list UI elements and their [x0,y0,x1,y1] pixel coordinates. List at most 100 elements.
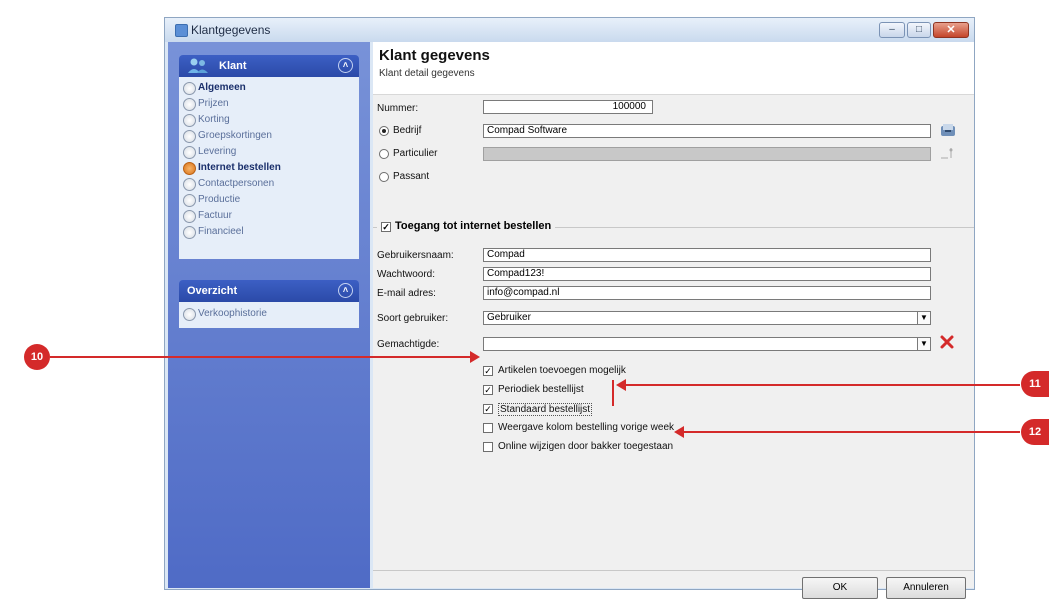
page-title: Klant gegevens [379,47,490,64]
option-artikelen-checkbox[interactable]: ✓ [483,366,493,376]
wachtwoord-field[interactable]: Compad123! [483,267,931,281]
annotation-badge-11: 11 [1021,371,1049,397]
arrowhead-icon [674,426,684,438]
particulier-field [483,147,931,161]
panel-header-overzicht[interactable]: Overzicht ˄ [179,280,359,302]
radio-icon [183,146,196,159]
collapse-icon[interactable]: ˄ [338,58,353,73]
arrowhead-icon [470,351,480,363]
sidebar-item-label: Korting [198,114,230,125]
soort-gebruiker-label: Soort gebruiker: [377,313,449,324]
sidebar-item-verkoophistorie[interactable]: Verkoophistorie [183,307,353,322]
gemachtigde-select[interactable]: ▼ [483,337,931,351]
sidebar-item-groepskortingen[interactable]: Groepskortingen [183,129,353,144]
radio-icon [183,210,196,223]
radio-icon [183,114,196,127]
close-icon: ✕ [946,24,956,36]
edit-person-icon [939,146,955,160]
annotation-badge-12: 12 [1021,419,1049,445]
maximize-button[interactable]: □ [907,22,931,38]
internet-access-checkbox[interactable]: ✓ [381,222,391,232]
minimize-button[interactable]: – [879,22,905,38]
particulier-radio[interactable] [379,149,389,159]
sidebar-item-label: Prijzen [198,98,229,109]
soort-gebruiker-value: Gebruiker [487,312,531,323]
gebruikersnaam-label: Gebruikersnaam: [377,250,454,261]
radio-icon [183,98,196,111]
maximize-icon: □ [915,24,923,35]
bedrijf-field[interactable]: Compad Software [483,124,931,138]
radio-icon [183,308,196,321]
sidebar-item-label: Algemeen [198,82,246,93]
radio-icon [183,178,196,191]
address-book-icon[interactable] [939,121,957,139]
sidebar-item-contactpersonen[interactable]: Contactpersonen [183,177,353,192]
sidebar-item-factuur[interactable]: Factuur [183,209,353,224]
option-standaard-checkbox[interactable]: ✓ [483,404,493,414]
sidebar-item-label: Levering [198,146,237,157]
sidebar: Klant ˄ Algemeen Prijzen Korting Groepsk… [168,42,370,588]
gemachtigde-label: Gemachtigde: [377,339,440,350]
sidebar-item-label: Productie [198,194,241,205]
sidebar-item-label: Groepskortingen [198,130,272,141]
main-content: Klant gegevens Klant detail gegevens Num… [373,42,974,599]
annotation-badge-10: 10 [24,344,50,370]
radio-icon [183,82,196,95]
sidebar-item-prijzen[interactable]: Prijzen [183,97,353,112]
radio-icon [183,226,196,239]
sidebar-item-productie[interactable]: Productie [183,193,353,208]
radio-selected-icon [183,162,196,175]
app-icon [175,24,188,37]
sidebar-item-financieel[interactable]: Financieel [183,225,353,240]
email-label: E-mail adres: [377,288,436,299]
option-weergave-label: Weergave kolom bestelling vorige week [498,422,675,433]
sidebar-item-label: Internet bestellen [198,162,281,173]
annotation-arrow-11 [624,384,1020,386]
sidebar-item-label: Contactpersonen [198,178,275,189]
panel-body-overzicht: Verkoophistorie [179,302,359,328]
delete-icon[interactable] [939,334,955,350]
bedrijf-label: Bedrijf [393,125,422,136]
bedrijf-radio[interactable] [379,126,389,136]
email-field[interactable]: info@compad.nl [483,286,931,300]
annotation-bracket-11 [612,380,614,406]
option-periodiek-label: Periodiek bestellijst [498,384,584,395]
page-subtitle: Klant detail gegevens [379,68,475,79]
page-header: Klant gegevens Klant detail gegevens [373,42,974,95]
option-periodiek-checkbox[interactable]: ✓ [483,385,493,395]
chevron-down-icon[interactable]: ▼ [917,338,930,350]
option-weergave-checkbox[interactable] [483,423,493,433]
klantgegevens-window: Klantgegevens – □ ✕ Klant ˄ Algemeen Pri… [164,17,975,599]
cancel-button[interactable]: Annuleren [886,577,966,599]
sidebar-item-label: Financieel [198,226,244,237]
sidebar-item-korting[interactable]: Korting [183,113,353,128]
window-title: Klantgegevens [191,23,271,37]
annotation-arrow-12 [682,431,1020,433]
minimize-icon: – [889,24,895,35]
sidebar-item-levering[interactable]: Levering [183,145,353,160]
soort-gebruiker-select[interactable]: Gebruiker ▼ [483,311,931,325]
sidebar-item-algemeen[interactable]: Algemeen [183,81,353,96]
passant-radio[interactable] [379,172,389,182]
annotation-arrow-10 [50,356,474,358]
internet-access-group: ✓ Toegang tot internet bestellen [377,220,556,232]
close-button[interactable]: ✕ [933,22,969,38]
option-online-label: Online wijzigen door bakker toegestaan [498,441,674,452]
particulier-label: Particulier [393,148,438,159]
group-title: Toegang tot internet bestellen [395,220,552,232]
option-online-checkbox[interactable] [483,442,493,452]
users-icon [187,58,209,73]
sidebar-item-label: Factuur [198,210,232,221]
gebruikersnaam-field[interactable]: Compad [483,248,931,262]
radio-icon [183,130,196,143]
sidebar-item-internet-bestellen[interactable]: Internet bestellen [183,161,353,176]
nummer-field[interactable]: 100000 [483,100,653,114]
arrowhead-icon [616,379,626,391]
passant-label: Passant [393,171,430,182]
sidebar-item-label: Verkoophistorie [198,308,267,319]
option-artikelen-label: Artikelen toevoegen mogelijk [498,365,626,376]
panel-header-klant[interactable]: Klant ˄ [179,55,359,77]
chevron-down-icon[interactable]: ▼ [917,312,930,324]
ok-button[interactable]: OK [802,577,878,599]
collapse-icon[interactable]: ˄ [338,283,353,298]
